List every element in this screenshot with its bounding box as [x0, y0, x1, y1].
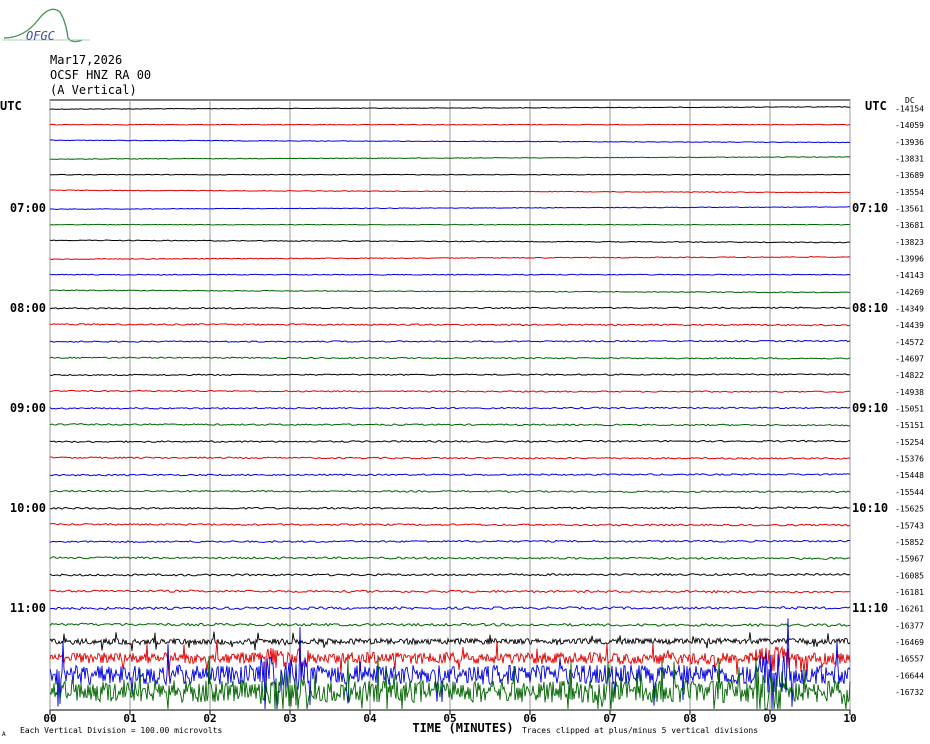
right-axis-label: UTC: [865, 99, 887, 113]
x-tick-label: 01: [123, 712, 137, 725]
dc-offset-label: -14938: [895, 388, 924, 397]
x-tick-label: 07: [603, 712, 616, 725]
dc-offset-label: -13689: [895, 171, 924, 180]
footer-mark: A: [2, 731, 6, 738]
dc-label: DC: [905, 96, 915, 105]
dc-offset-label: -16181: [895, 588, 924, 597]
dc-offset-label: -13561: [895, 205, 924, 214]
dc-offset-label: -14697: [895, 355, 924, 364]
dc-offset-label: -14439: [895, 321, 924, 330]
x-tick-label: 06: [523, 712, 537, 725]
dc-offset-label: -15743: [895, 521, 924, 530]
right-time-label: 09:10: [852, 401, 888, 415]
footer-scale-text: Each Vertical Division = 100.00 microvol…: [20, 726, 222, 735]
left-time-label: 07:00: [10, 201, 46, 215]
right-time-label: 10:10: [852, 501, 888, 515]
left-time-label: 10:00: [10, 501, 46, 515]
dc-offset-label: -14822: [895, 371, 924, 380]
dc-offset-label: -16732: [895, 688, 924, 697]
dc-offset-label: -14349: [895, 305, 924, 314]
x-tick-label: 08: [683, 712, 696, 725]
dc-offset-label: -15254: [895, 438, 924, 447]
dc-offset-label: -14059: [895, 121, 924, 130]
x-tick-label: 00: [43, 712, 56, 725]
x-tick-label: 09: [763, 712, 776, 725]
dc-offset-label: -13681: [895, 221, 924, 230]
dc-offset-label: -14269: [895, 288, 924, 297]
ofgc-logo: OFGC: [2, 8, 90, 43]
dc-offset-label: -13831: [895, 155, 924, 164]
left-time-label: 09:00: [10, 401, 46, 415]
dc-offset-label: -16377: [895, 621, 924, 630]
footer-clip-text: Traces clipped at plus/minus 5 vertical …: [522, 726, 758, 735]
right-time-label: 08:10: [852, 301, 888, 315]
trace-line: [49, 223, 851, 226]
dc-offset-label: -15625: [895, 505, 924, 514]
dc-offset-label: -16085: [895, 571, 924, 580]
dc-offset-label: -15544: [895, 488, 924, 497]
dc-offset-label: -15051: [895, 405, 924, 414]
x-tick-label: 02: [203, 712, 216, 725]
dc-offset-label: -16644: [895, 671, 924, 680]
helicorder-chart: OFGC 00 01 02 03 04 05 06 07 08 09 10-14154-14059-…: [0, 8, 924, 738]
dc-offset-label: -14572: [895, 338, 924, 347]
x-tick-label: 04: [363, 712, 377, 725]
dc-offset-label: -13936: [895, 138, 924, 147]
dc-offset-label: -16557: [895, 655, 924, 664]
dc-offset-label: -15448: [895, 471, 924, 480]
logo-text: OFGC: [26, 29, 56, 43]
dc-offset-label: -13823: [895, 238, 924, 247]
dc-offset-label: -13554: [895, 188, 924, 197]
right-time-label: 07:10: [852, 201, 888, 215]
trace-line: [49, 123, 851, 126]
dc-offset-label: -15151: [895, 421, 924, 430]
dc-offset-label: -16469: [895, 638, 924, 647]
dc-offset-label: -15967: [895, 555, 924, 564]
dc-offset-label: -15852: [895, 538, 924, 547]
left-axis-label: UTC: [0, 99, 22, 113]
left-time-label: 11:00: [10, 601, 46, 615]
dc-offset-label: -15376: [895, 455, 924, 464]
dc-offset-label: -14143: [895, 271, 924, 280]
x-tick-label: 03: [283, 712, 296, 725]
dc-offset-label: -14154: [895, 105, 924, 114]
dc-offset-label: -13996: [895, 255, 924, 264]
x-tick-label: 10: [843, 712, 856, 725]
right-time-label: 11:10: [852, 601, 888, 615]
left-time-label: 08:00: [10, 301, 46, 315]
dc-offset-label: -16261: [895, 605, 924, 614]
x-axis-label: TIME (MINUTES): [412, 721, 513, 735]
